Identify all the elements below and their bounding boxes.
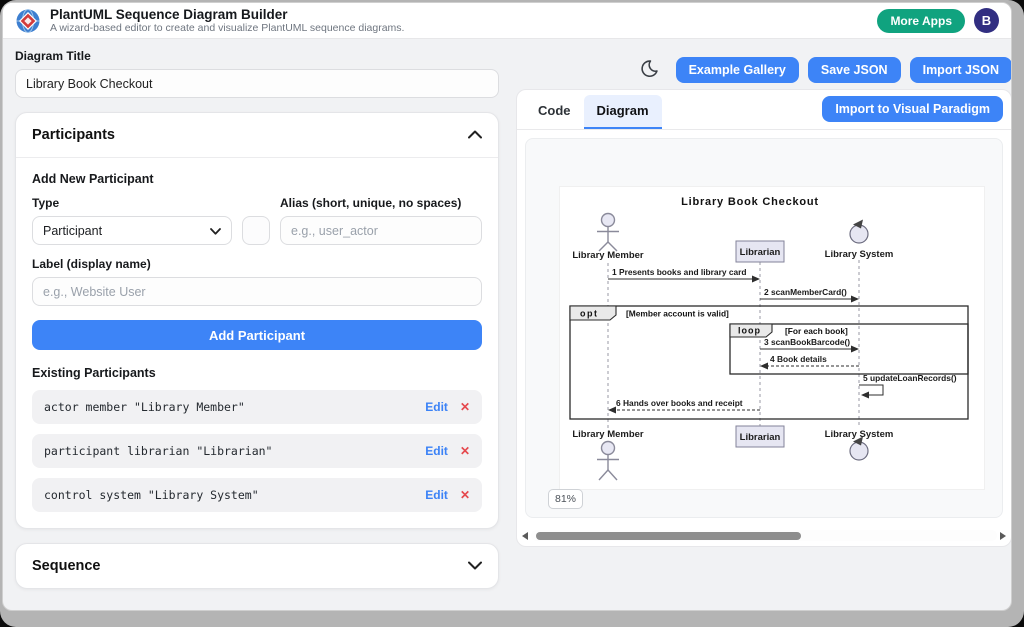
- diagram-title-input[interactable]: [15, 69, 499, 98]
- participant-name-text: Library System: [825, 249, 894, 260]
- more-apps-button[interactable]: More Apps: [877, 9, 965, 33]
- theme-toggle-button[interactable]: [640, 59, 659, 81]
- import-to-visual-paradigm-button[interactable]: Import to Visual Paradigm: [822, 96, 1003, 122]
- scroll-left-arrow[interactable]: [522, 532, 528, 540]
- diagram-title-label: Diagram Title: [15, 49, 499, 63]
- editor-panel: Diagram Title Participants Add New Parti…: [15, 49, 499, 589]
- chevron-down-icon: [210, 224, 221, 238]
- edit-participant-button[interactable]: Edit: [425, 400, 448, 414]
- actor-icon: [597, 442, 619, 481]
- existing-participants-heading: Existing Participants: [32, 366, 482, 380]
- alias-label: Alias (short, unique, no spaces): [280, 196, 482, 210]
- participant-name-text: Library Member: [572, 250, 644, 261]
- alias-input[interactable]: [280, 216, 482, 245]
- zoom-level-badge: 81%: [548, 489, 583, 509]
- scrollbar-thumb[interactable]: [536, 532, 802, 540]
- message-text: 4 Book details: [770, 354, 827, 364]
- message-text: 6 Hands over books and receipt: [616, 398, 743, 408]
- type-select[interactable]: Participant: [32, 216, 232, 245]
- edit-participant-button[interactable]: Edit: [425, 444, 448, 458]
- import-json-button[interactable]: Import JSON: [910, 57, 1012, 83]
- participant-name-text: Librarian: [740, 432, 781, 443]
- display-name-label: Label (display name): [32, 257, 482, 271]
- type-select-value: Participant: [43, 224, 102, 238]
- window-frame: PlantUML Sequence Diagram Builder A wiza…: [0, 0, 1024, 627]
- actor-icon: [597, 214, 619, 252]
- example-gallery-button[interactable]: Example Gallery: [676, 57, 799, 83]
- preview-toolbar: Example Gallery Save JSON Import JSON: [516, 57, 1012, 83]
- app-window: PlantUML Sequence Diagram Builder A wiza…: [2, 2, 1012, 611]
- frame-guard-text: [Member account is valid]: [626, 309, 729, 319]
- diagram-card: Code Diagram Import to Visual Paradigm L…: [516, 89, 1012, 547]
- participant-code: participant librarian "Librarian": [44, 444, 272, 458]
- participant-name-text: Library System: [825, 429, 894, 440]
- horizontal-scrollbar: [522, 529, 1006, 542]
- sequence-panel-header[interactable]: Sequence: [16, 544, 498, 588]
- preview-panel: Example Gallery Save JSON Import JSON Co…: [516, 49, 1012, 547]
- message-text: 3 scanBookBarcode(): [764, 337, 850, 347]
- diagram-preview-area: Library Book Checkout: [525, 138, 1003, 518]
- participant-row: participant librarian "Librarian" Edit ✕: [32, 434, 482, 468]
- tabs-row: Code Diagram Import to Visual Paradigm: [517, 90, 1011, 130]
- app-logo-icon: [15, 8, 41, 34]
- participants-title: Participants: [32, 127, 115, 143]
- user-avatar[interactable]: B: [974, 8, 999, 33]
- participant-row: actor member "Library Member" Edit ✕: [32, 390, 482, 424]
- chevron-down-icon: [468, 557, 482, 575]
- scroll-right-arrow[interactable]: [1000, 532, 1006, 540]
- participant-row: control system "Library System" Edit ✕: [32, 478, 482, 512]
- frame-guard-text: [For each book]: [785, 326, 848, 336]
- frame-type-text: loop: [738, 326, 761, 336]
- control-icon: [850, 220, 868, 244]
- add-participant-button[interactable]: Add Participant: [32, 320, 482, 350]
- message-text: 2 scanMemberCard(): [764, 287, 847, 297]
- frame-type-text: opt: [580, 309, 599, 319]
- message-text: 1 Presents books and library card: [612, 267, 747, 277]
- participant-code: actor member "Library Member": [44, 400, 245, 414]
- delete-participant-icon[interactable]: ✕: [460, 488, 470, 502]
- delete-participant-icon[interactable]: ✕: [460, 444, 470, 458]
- tab-code[interactable]: Code: [525, 95, 584, 129]
- sequence-title: Sequence: [32, 558, 101, 574]
- sequence-panel: Sequence: [15, 543, 499, 589]
- display-name-input[interactable]: [32, 277, 482, 306]
- participant-name-text: Library Member: [572, 429, 644, 440]
- control-icon: [850, 437, 868, 461]
- participants-panel-header[interactable]: Participants: [16, 113, 498, 157]
- type-label: Type: [32, 196, 232, 210]
- participant-color-box[interactable]: [242, 216, 270, 245]
- app-subtitle: A wizard-based editor to create and visu…: [50, 22, 404, 34]
- app-header: PlantUML Sequence Diagram Builder A wiza…: [3, 3, 1011, 39]
- diagram-title-text: Library Book Checkout: [681, 196, 819, 208]
- edit-participant-button[interactable]: Edit: [425, 488, 448, 502]
- add-new-participant-heading: Add New Participant: [32, 172, 482, 186]
- tab-diagram[interactable]: Diagram: [584, 95, 662, 129]
- moon-icon: [640, 59, 659, 81]
- message-text: 5 updateLoanRecords(): [863, 373, 957, 383]
- chevron-up-icon: [468, 126, 482, 144]
- participants-panel: Participants Add New Participant Type Pa…: [15, 112, 499, 529]
- participant-name-text: Librarian: [740, 247, 781, 258]
- delete-participant-icon[interactable]: ✕: [460, 400, 470, 414]
- app-title: PlantUML Sequence Diagram Builder: [50, 7, 404, 23]
- participant-code: control system "Library System": [44, 488, 259, 502]
- sequence-diagram: Library Book Checkout: [560, 187, 984, 489]
- scrollbar-track[interactable]: [531, 530, 997, 541]
- save-json-button[interactable]: Save JSON: [808, 57, 901, 83]
